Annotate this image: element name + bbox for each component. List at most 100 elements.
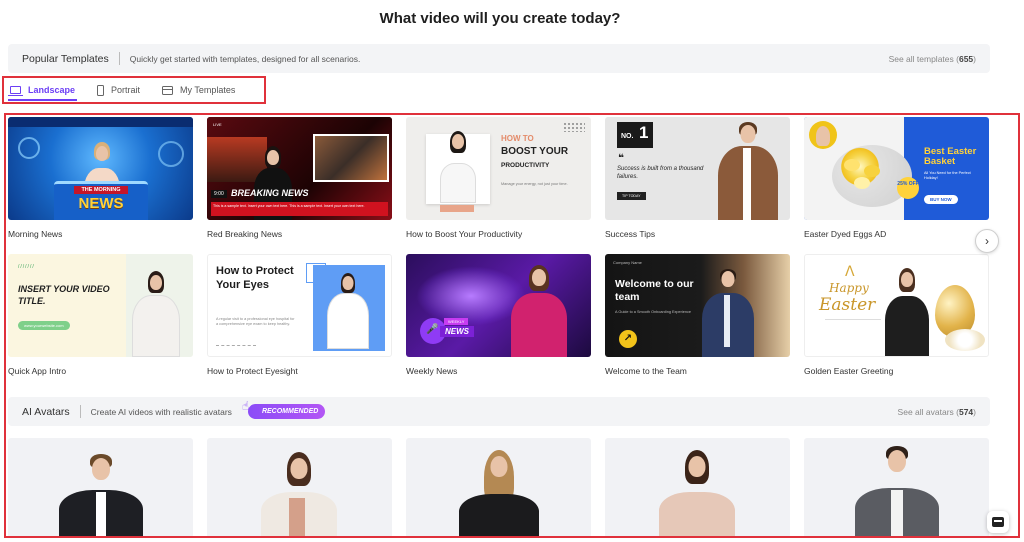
template-card-red-breaking-news[interactable]: LIVE 9:00 BREAKING NEWS This is a sample… xyxy=(207,117,392,239)
template-thumbnail: ᐱ Happy Easter xyxy=(804,254,989,357)
thumb-label: Company Name xyxy=(613,260,642,265)
templates-section-header: Popular Templates Quickly get started wi… xyxy=(8,44,990,73)
template-caption: Red Breaking News xyxy=(207,229,283,239)
carousel-next-button[interactable]: › xyxy=(975,229,999,253)
avatar-figure xyxy=(456,444,542,538)
template-thumbnail: Best Easter Basket All You Need for the … xyxy=(804,117,989,220)
template-thumbnail: THE MORNING NEWS xyxy=(8,117,193,220)
templates-section-description: Quickly get started with templates, desi… xyxy=(129,53,361,64)
see-all-templates-label: See all templates ( xyxy=(888,53,959,64)
thumb-label: BUY NOW xyxy=(924,195,958,204)
thumb-label: WEEKLY xyxy=(444,318,469,325)
thumb-label: BOOST YOUR xyxy=(501,146,569,157)
thumb-label: 25% OFF xyxy=(897,177,919,199)
presenter-figure xyxy=(126,263,186,357)
template-card-protect-eyesight[interactable]: How to Protect Your Eyes A regular visit… xyxy=(207,254,392,376)
page-headline: What video will you create today? xyxy=(379,10,621,27)
presenter-figure xyxy=(320,263,376,349)
avatar-figure xyxy=(657,444,737,538)
template-orientation-tabs: Landscape Portrait My Templates xyxy=(2,76,266,104)
thumb-label: Manage your energy, not just your time. xyxy=(501,182,568,186)
template-thumbnail: 🎤 WEEKLY NEWS xyxy=(406,254,591,357)
chevron-right-icon: › xyxy=(985,234,989,248)
thumb-label: Best Easter Basket xyxy=(924,146,977,168)
avatar-card[interactable] xyxy=(406,438,591,538)
my-templates-icon xyxy=(162,85,174,95)
templates-count: 655 xyxy=(958,53,974,64)
see-all-templates-close: ) xyxy=(973,53,976,64)
thumb-label: A regular visit to a professional eye ho… xyxy=(216,317,295,326)
template-thumbnail: LIVE 9:00 BREAKING NEWS This is a sample… xyxy=(207,117,392,220)
presenter-figure xyxy=(715,120,781,220)
tab-portrait[interactable]: Portrait xyxy=(97,78,140,102)
thumb-label: Happy xyxy=(829,281,869,295)
presenter-figure xyxy=(877,262,937,356)
thumb-label: NEWS xyxy=(78,195,124,212)
template-thumbnail: How to Protect Your Eyes A regular visit… xyxy=(207,254,392,357)
tab-landscape[interactable]: Landscape xyxy=(7,78,78,102)
see-all-avatars-label: See all avatars ( xyxy=(897,406,959,417)
avatar-card[interactable] xyxy=(605,438,790,538)
thumb-label: NEWS xyxy=(440,326,474,337)
arrow-circle-icon: ↗ xyxy=(619,330,637,348)
divider xyxy=(79,405,81,418)
recommended-badge: ☝ RECOMMENDED xyxy=(242,399,326,419)
avatars-count: 574 xyxy=(958,406,974,417)
tab-landscape-label: Landscape xyxy=(28,85,76,95)
landscape-icon xyxy=(8,86,23,96)
template-card-boost-productivity[interactable]: HOW TO BOOST YOUR PRODUCTIVITY Manage yo… xyxy=(406,117,591,239)
templates-row-2: /////// INSERT YOUR VIDEO TITLE. www.you… xyxy=(8,254,990,376)
thumb-label: HOW TO xyxy=(501,134,534,143)
thumb-label: www.yourwebsite.com xyxy=(18,321,70,330)
avatar-card[interactable] xyxy=(804,438,989,538)
template-card-morning-news[interactable]: THE MORNING NEWS Morning News xyxy=(8,117,193,239)
pointing-hand-icon: ☝ xyxy=(241,399,250,413)
template-caption: Easter Dyed Eggs AD xyxy=(804,229,887,239)
thumb-label: LIVE xyxy=(213,122,222,127)
avatars-section-title: AI Avatars xyxy=(22,405,70,418)
avatar-figure xyxy=(854,442,940,538)
tab-my-templates[interactable]: My Templates xyxy=(162,78,235,102)
portrait-phone-icon xyxy=(97,84,105,96)
avatar-figure xyxy=(58,446,144,538)
template-card-easter-eggs-ad[interactable]: Best Easter Basket All You Need for the … xyxy=(804,117,989,239)
thumb-label: TIP TODAY xyxy=(617,192,646,200)
divider xyxy=(118,52,120,65)
thumb-label: NO. xyxy=(621,133,634,140)
thumb-label: THE MORNING xyxy=(74,186,128,194)
recommended-badge-label: RECOMMENDED xyxy=(261,408,319,415)
template-card-success-tips[interactable]: NO. 1 ❝ Success is built from a thousand… xyxy=(605,117,790,239)
template-caption: Success Tips xyxy=(605,229,656,239)
template-card-welcome-team[interactable]: Company Name Welcome to our team A Guide… xyxy=(605,254,790,376)
template-card-weekly-news[interactable]: 🎤 WEEKLY NEWS Weekly News xyxy=(406,254,591,376)
tab-portrait-label: Portrait xyxy=(111,85,141,95)
tab-my-templates-label: My Templates xyxy=(180,85,236,95)
template-caption: Morning News xyxy=(8,229,63,239)
thumb-label: 1 xyxy=(639,123,649,142)
template-caption: Quick App Intro xyxy=(8,366,67,376)
presenter-figure xyxy=(434,117,482,203)
inbox-chat-button[interactable] xyxy=(987,511,1009,533)
avatars-section-description: Create AI videos with realistic avatars xyxy=(90,406,232,417)
avatar-card[interactable] xyxy=(207,438,392,538)
presenter-figure xyxy=(504,261,574,357)
see-all-avatars-link[interactable]: See all avatars (574) xyxy=(898,407,976,417)
thumb-label: Easter xyxy=(819,295,876,315)
thumb-label: How to Protect Your Eyes xyxy=(216,265,294,292)
see-all-avatars-close: ) xyxy=(973,406,976,417)
template-card-golden-easter[interactable]: ᐱ Happy Easter Golden Easter Greeting xyxy=(804,254,989,376)
avatars-row xyxy=(8,438,990,538)
templates-row-1: THE MORNING NEWS Morning News LIVE 9:00 … xyxy=(8,117,990,239)
thumb-label: This is a sample text. Insert your own t… xyxy=(211,202,388,216)
thumb-label: BREAKING NEWS xyxy=(231,188,309,198)
template-thumbnail: NO. 1 ❝ Success is built from a thousand… xyxy=(605,117,790,220)
see-all-templates-link[interactable]: See all templates (655) xyxy=(889,54,976,64)
avatar-card[interactable] xyxy=(8,438,193,538)
template-caption: How to Boost Your Productivity xyxy=(406,229,523,239)
template-caption: Golden Easter Greeting xyxy=(804,366,894,376)
thumb-label: All You Need for the Perfect Holiday! xyxy=(924,171,971,180)
template-caption: How to Protect Eyesight xyxy=(207,366,298,376)
template-card-quick-app-intro[interactable]: /////// INSERT YOUR VIDEO TITLE. www.you… xyxy=(8,254,193,376)
thumb-label: A Guide to a Smooth Onboarding Experienc… xyxy=(615,310,691,314)
thumb-label: Welcome to our team xyxy=(615,278,694,304)
